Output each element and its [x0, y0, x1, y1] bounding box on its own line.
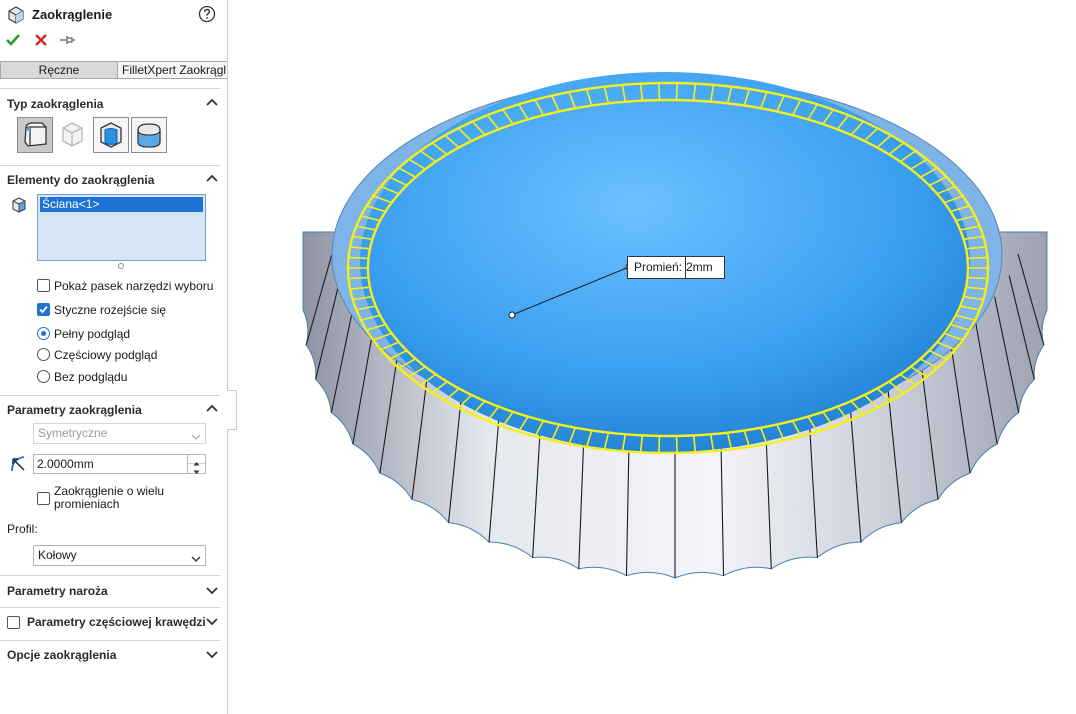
section-label: Opcje zaokrąglenia — [7, 648, 117, 662]
radio-label: Bez podglądu — [54, 370, 128, 384]
radius-icon — [9, 454, 31, 477]
divider — [0, 395, 220, 396]
radio-label: Pełny podgląd — [54, 327, 131, 341]
checkbox[interactable] — [7, 616, 20, 629]
label-line: Zaokrąglenie o wielu — [54, 484, 165, 498]
chevron-down-icon[interactable] — [206, 584, 218, 599]
radius-callout[interactable]: Promień: 2mm — [627, 256, 725, 279]
checkbox-label: Pokaż pasek narzędzi wyboru — [54, 279, 214, 293]
tab-bar: Ręczne FilletXpert Zaokrągl — [0, 61, 227, 79]
section-fillet-parameters[interactable]: Parametry zaokrąglenia — [0, 399, 227, 421]
divider — [0, 88, 220, 89]
section-label: Typ zaokrąglenia — [7, 97, 104, 111]
chevron-up-icon[interactable] — [206, 173, 218, 188]
checkbox-label: Styczne rozejście się — [54, 303, 167, 317]
section-corner-parameters[interactable]: Parametry naroża — [0, 580, 227, 602]
checkbox[interactable] — [37, 279, 50, 292]
section-fillet-type[interactable]: Typ zaokrąglenia — [0, 93, 227, 115]
spin-up-icon[interactable] — [188, 455, 205, 466]
section-label: Parametry naroża — [7, 584, 108, 598]
profile-label: Profil: — [7, 522, 38, 536]
list-item[interactable]: Ściana<1> — [40, 197, 203, 212]
tab-filletxpert[interactable]: FilletXpert Zaokrągl — [118, 61, 227, 79]
spin-down-icon[interactable] — [188, 464, 205, 474]
checkbox-checked[interactable] — [37, 303, 50, 316]
divider — [0, 165, 220, 166]
graphics-area[interactable] — [229, 0, 1076, 714]
section-label: Parametry częściowej krawędzi — [27, 615, 206, 629]
radio-label: Częściowy podgląd — [54, 348, 158, 362]
divider — [0, 640, 220, 641]
profile-select[interactable]: Kołowy — [33, 545, 206, 566]
pushpin-icon[interactable] — [58, 31, 78, 51]
section-fillet-options[interactable]: Opcje zaokrąglenia — [0, 644, 227, 666]
action-buttons — [4, 31, 104, 51]
face-fillet-button[interactable] — [93, 117, 129, 153]
panel-title: Zaokrąglenie — [32, 7, 113, 22]
callout-value[interactable]: 2mm — [686, 257, 713, 278]
divider — [0, 607, 220, 608]
chevron-down-icon[interactable] — [206, 648, 218, 663]
label-line: promieniach — [54, 497, 120, 511]
chevron-up-icon[interactable] — [206, 403, 218, 418]
checkbox[interactable] — [37, 492, 50, 505]
section-items-to-fillet[interactable]: Elementy do zaokrąglenia — [0, 169, 227, 191]
select-value: Symetryczne — [38, 426, 108, 440]
cancel-x-icon[interactable] — [32, 31, 52, 51]
section-partial-edge-parameters[interactable]: Parametry częściowej krawędzi — [0, 611, 227, 633]
radio-selected[interactable] — [37, 327, 50, 340]
full-round-fillet-button[interactable] — [131, 117, 167, 153]
fillet-feature-icon — [6, 5, 26, 28]
constant-size-fillet-button[interactable] — [17, 117, 53, 153]
chevron-up-icon[interactable] — [206, 97, 218, 112]
section-label: Parametry zaokrąglenia — [7, 403, 142, 417]
variable-size-fillet-button[interactable] — [55, 117, 91, 153]
chevron-down-icon[interactable] — [191, 551, 201, 570]
section-label: Elementy do zaokrąglenia — [7, 173, 155, 187]
checkbox-label: Zaokrąglenie o wielu promieniach — [54, 485, 164, 511]
radius-input[interactable]: 2.0000mm — [33, 454, 206, 474]
symmetry-select[interactable]: Symetryczne — [33, 423, 206, 444]
spin-buttons — [187, 455, 205, 474]
radio[interactable] — [37, 348, 50, 361]
chevron-down-icon[interactable] — [206, 615, 218, 630]
radius-value[interactable]: 2.0000mm — [37, 457, 94, 471]
chevron-down-icon[interactable] — [191, 429, 201, 448]
select-value: Kołowy — [38, 548, 77, 562]
selection-list[interactable]: Ściana<1> — [37, 194, 206, 261]
radio[interactable] — [37, 370, 50, 383]
property-manager: Zaokrąglenie Ręczne FilletXpert Zaokrągl… — [0, 0, 228, 714]
tab-manual[interactable]: Ręczne — [0, 61, 118, 79]
ok-check-icon[interactable] — [4, 31, 24, 51]
panel-header: Zaokrąglenie — [6, 5, 226, 25]
help-icon[interactable] — [198, 5, 216, 26]
resize-grip[interactable] — [118, 263, 124, 269]
callout-label: Promień: — [634, 257, 687, 278]
divider — [0, 575, 220, 576]
face-selection-icon — [10, 196, 28, 217]
